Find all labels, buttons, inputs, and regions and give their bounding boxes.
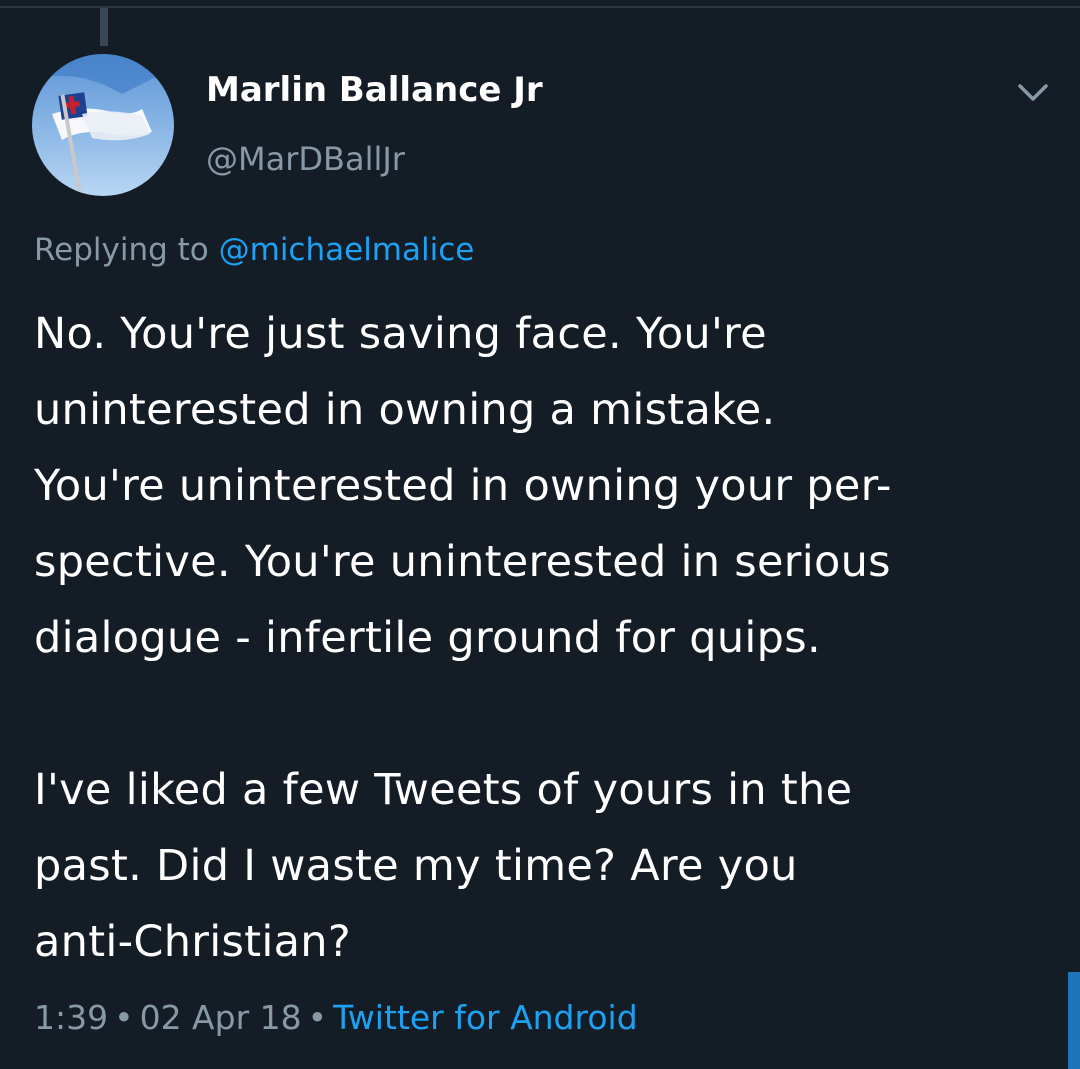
replying-to-prefix: Replying to: [34, 232, 219, 268]
meta-separator: •: [307, 998, 328, 1037]
scrollbar-thumb[interactable]: [1068, 972, 1080, 1069]
chevron-down-icon[interactable]: [1016, 78, 1050, 106]
tweet-metadata: 1:39 • 02 Apr 18 • Twitter for Android: [34, 998, 638, 1037]
meta-separator: •: [114, 998, 134, 1037]
christian-flag-avatar-icon: [32, 54, 174, 196]
thread-connector-line: [100, 8, 108, 46]
reply-mention-link[interactable]: @michaelmalice: [219, 232, 475, 268]
top-divider: [0, 6, 1080, 8]
tweet-time: 1:39: [34, 998, 109, 1037]
replying-to-line: Replying to @michaelmalice: [34, 232, 474, 268]
author-display-name[interactable]: Marlin Ballance Jr: [206, 70, 543, 110]
avatar[interactable]: [32, 54, 174, 196]
tweet-date: 02 Apr 18: [139, 998, 302, 1037]
tweet-source-link[interactable]: Twitter for Android: [333, 998, 638, 1037]
tweet-body-text: No. You're just saving face. You're unin…: [34, 309, 892, 967]
author-handle[interactable]: @MarDBallJr: [206, 140, 405, 178]
